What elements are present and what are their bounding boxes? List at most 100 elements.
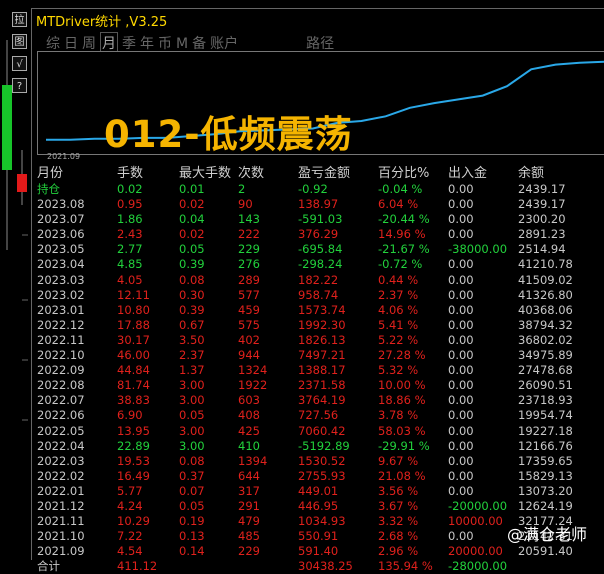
cell-col-3: 459 <box>238 302 260 317</box>
table-row[interactable]: 2022.02 16.49 0.37 644 2755.93 21.08 % 0.00 158… <box>35 469 598 484</box>
table-row[interactable]: 2022.08 81.74 3.00 1922 2371.58 10.00 % 0.00 26… <box>35 378 598 393</box>
cell-col-6: 0.00 <box>448 468 474 483</box>
cell-col-2: 0.19 <box>179 514 205 529</box>
cell-col-1: 12.11 <box>117 287 150 302</box>
tab-5[interactable]: 年 <box>140 33 154 53</box>
left-toolbar-strip: 拉图 √? <box>0 0 30 559</box>
cell-col-3 <box>238 559 298 574</box>
tab-9[interactable]: 账户 <box>210 33 238 53</box>
cell-col-4: 1573.74 <box>298 302 346 317</box>
cell-col-1: 16.49 <box>117 468 150 483</box>
col-header-6: 出入金 <box>448 166 488 181</box>
table-row[interactable]: 2023.04 4.85 0.39 276 -298.24 -0.72 % 0.00 4121… <box>35 257 598 272</box>
cell-col-0: 2022.09 <box>37 363 85 378</box>
cell-col-1: 0.95 <box>117 197 143 212</box>
cell-col-0: 2021.10 <box>37 529 85 544</box>
table-row[interactable]: 2023.05 2.77 0.05 229 -695.84 -21.67 % -38000.… <box>35 242 598 257</box>
cell-col-6: 0.00 <box>448 272 474 287</box>
cell-col-6: 0.00 <box>448 378 474 393</box>
table-row[interactable]: 2022.05 13.95 3.00 425 7060.42 58.03 % 0.00 192… <box>35 424 598 439</box>
cell-col-5: 5.22 % <box>378 332 419 347</box>
tab-8[interactable]: 备 <box>192 33 206 53</box>
tab-7[interactable]: M <box>176 36 188 52</box>
tab-6[interactable]: 币 <box>158 33 172 53</box>
cell-col-2: 0.04 <box>179 212 205 227</box>
stats-panel: MTDriver统计 ,V3.25 综日周月季年币 M 备账户 路径 012-低频震荡… <box>31 8 604 573</box>
cell-col-5: 3.78 % <box>378 408 419 423</box>
cell-col-4: 449.01 <box>298 483 339 498</box>
cell-col-6: 0.00 <box>448 453 474 468</box>
cell-col-1: 19.53 <box>117 453 150 468</box>
tab-2[interactable]: 周 <box>82 33 96 53</box>
cell-col-4: 2755.93 <box>298 468 346 483</box>
cell-col-1: 46.00 <box>117 348 150 363</box>
table-row[interactable]: 2022.04 22.89 3.00 410 -5192.89 -29.91 % 0.00 1… <box>35 439 598 454</box>
table-row[interactable]: 2022.09 44.84 1.37 1324 1388.17 5.32 % 0.00 274… <box>35 363 598 378</box>
table-row[interactable]: 2022.07 38.83 3.00 603 3764.19 18.86 % 0.00 237… <box>35 393 598 408</box>
cell-col-5: -0.04 % <box>378 182 423 196</box>
green-candle <box>2 85 12 170</box>
table-row[interactable]: 2022.11 30.17 3.50 402 1826.13 5.22 % 0.00 3680… <box>35 333 598 348</box>
table-row[interactable]: 2023.08 0.95 0.02 90 138.97 6.04 % 0.00 2439.17 <box>35 197 598 212</box>
table-row[interactable]: 2022.06 6.90 0.05 408 727.56 3.78 % 0.00 19954.… <box>35 408 598 423</box>
cell-col-3: 90 <box>238 197 253 212</box>
table-row[interactable]: 2023.06 2.43 0.02 222 376.29 14.96 % 0.00 2891.… <box>35 227 598 242</box>
table-row[interactable]: 2022.10 46.00 2.37 944 7497.21 27.28 % 0.00 349… <box>35 348 598 363</box>
cell-col-3: 317 <box>238 483 260 498</box>
table-row[interactable]: 持仓 0.02 0.01 2 -0.92 -0.04 % 0.00 2439.17 <box>35 182 598 197</box>
cell-col-4: 7497.21 <box>298 348 346 363</box>
cell-col-7: 27478.68 <box>518 363 573 378</box>
table-row[interactable]: 2021.12 4.24 0.05 291 446.95 3.67 % -20000.00 1… <box>35 499 598 514</box>
tab-0[interactable]: 综 <box>46 33 60 53</box>
cell-col-1: 10.29 <box>117 514 150 529</box>
cell-col-0: 2023.06 <box>37 227 85 242</box>
cell-col-6: 0.00 <box>448 408 474 423</box>
cell-col-2: 0.08 <box>179 272 205 287</box>
cell-col-2: 2.37 <box>179 348 205 363</box>
cell-col-6: -28000.00 <box>448 559 508 574</box>
cell-col-0: 2021.11 <box>37 514 85 529</box>
tab-4[interactable]: 季 <box>122 33 136 53</box>
cell-col-6: 0.00 <box>448 483 474 498</box>
cell-col-5: 2.96 % <box>378 544 419 559</box>
cell-col-2: 1.37 <box>179 363 205 378</box>
table-row[interactable]: 2022.03 19.53 0.08 1394 1530.52 9.67 % 0.00 173… <box>35 454 598 469</box>
tab-1[interactable]: 日 <box>64 33 78 53</box>
table-row[interactable]: 2023.01 10.80 0.39 459 1573.74 4.06 % 0.00 4036… <box>35 303 598 318</box>
cell-col-3: 229 <box>238 544 260 559</box>
cell-col-7: 26090.51 <box>518 378 573 393</box>
table-row[interactable]: 2021.09 4.54 0.14 229 591.40 2.96 % 20000.00 20… <box>35 544 598 559</box>
cell-col-7: 36802.02 <box>518 332 573 347</box>
table-row[interactable]: 2023.07 1.86 0.04 143 -591.03 -20.44 % 0.00 230… <box>35 212 598 227</box>
cell-col-4: 446.95 <box>298 498 339 513</box>
cell-col-7: 19227.18 <box>518 423 573 438</box>
cell-col-5: 6.04 % <box>378 197 419 212</box>
table-row[interactable]: 2022.01 5.77 0.07 317 449.01 3.56 % 0.00 13073.… <box>35 484 598 499</box>
cell-col-7: 13073.20 <box>518 483 573 498</box>
cell-col-2: 0.02 <box>179 197 205 212</box>
cell-col-2: 0.08 <box>179 453 205 468</box>
cell-col-2: 0.37 <box>179 468 205 483</box>
cell-col-7: 2514.94 <box>518 242 566 257</box>
cell-col-7: 2439.17 <box>518 182 566 196</box>
tab-10[interactable]: 路径 <box>306 33 334 53</box>
cell-col-7: 23718.93 <box>518 393 573 408</box>
cell-col-0: 2023.08 <box>37 197 85 212</box>
cell-col-1: 17.88 <box>117 317 150 332</box>
cell-col-1: 411.12 <box>117 559 158 574</box>
cell-col-0: 2022.02 <box>37 468 85 483</box>
cell-col-0: 2022.06 <box>37 408 85 423</box>
cell-col-0: 2023.02 <box>37 287 85 302</box>
cell-col-1: 6.90 <box>117 408 143 423</box>
table-row[interactable]: 2023.02 12.11 0.30 577 958.74 2.37 % 0.00 41326… <box>35 288 598 303</box>
cell-col-1: 2.77 <box>117 242 143 257</box>
table-row[interactable]: 2022.12 17.88 0.67 575 1992.30 5.41 % 0.00 3879… <box>35 318 598 333</box>
cell-col-4: 1992.30 <box>298 317 346 332</box>
table-total-row[interactable]: 合计 411.12 30438.25 135.94 % -28000.00 <box>35 559 598 574</box>
cell-col-3: 1324 <box>238 363 268 378</box>
cell-col-2: 0.14 <box>179 544 205 559</box>
cell-col-7: 19954.74 <box>518 408 573 423</box>
table-row[interactable]: 2023.03 4.05 0.08 289 182.22 0.44 % 0.00 41509.… <box>35 273 598 288</box>
cell-col-3: 2 <box>238 182 246 196</box>
cell-col-1: 1.86 <box>117 212 143 227</box>
